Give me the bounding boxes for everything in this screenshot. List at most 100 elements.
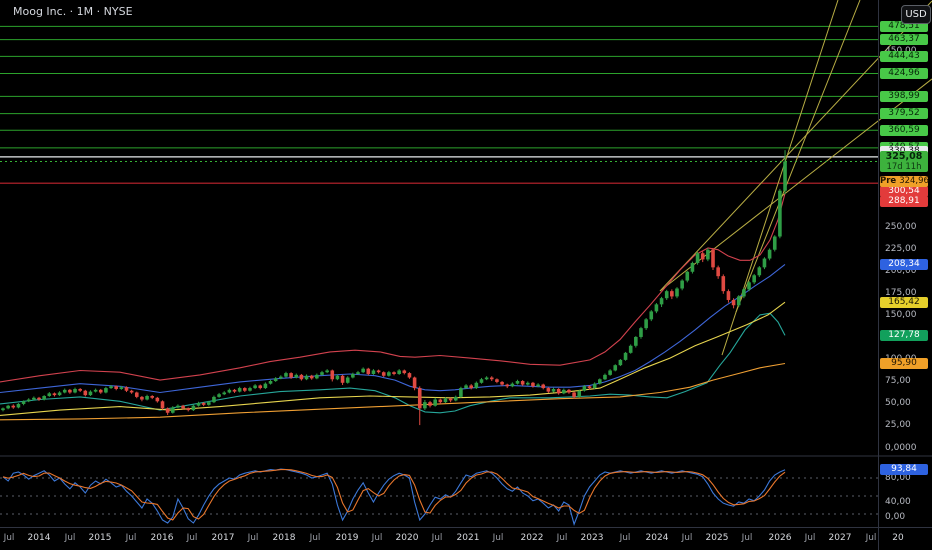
candle-body — [546, 388, 551, 392]
candle-body — [541, 384, 546, 389]
premarket-prefix: Pre — [880, 175, 897, 186]
candle-body — [124, 387, 129, 391]
candle-body — [500, 381, 504, 385]
candle-body — [608, 370, 612, 375]
time-label-month: Jul — [371, 533, 383, 543]
candle-body — [572, 392, 576, 397]
candle-body — [6, 405, 10, 409]
candle-body — [217, 394, 221, 397]
candle-body — [392, 372, 396, 374]
candle-body — [402, 370, 407, 374]
candle-body — [634, 336, 638, 346]
candle-body — [752, 275, 756, 283]
time-label-month: Jul — [64, 533, 76, 543]
price-level-label: 165,42 — [880, 296, 928, 308]
price-level-label: 300,54 — [880, 185, 928, 197]
candle-body — [47, 393, 52, 397]
stoch-k-line — [2, 468, 786, 526]
candle-body — [433, 399, 437, 406]
time-label-year: 2018 — [272, 533, 296, 543]
candle-body — [26, 399, 31, 402]
candle-body — [428, 402, 432, 406]
candle-body — [222, 392, 227, 395]
candle-body — [721, 276, 726, 292]
candle-body — [165, 408, 170, 413]
candle-body — [345, 377, 350, 383]
candle-body — [479, 379, 484, 383]
candle-body — [690, 262, 695, 272]
horizontal-price-lines[interactable] — [0, 25, 878, 184]
candle-body — [62, 389, 67, 393]
candle-body — [78, 388, 82, 391]
stoch-current-label: 93,84 — [880, 464, 928, 476]
candle-body — [335, 375, 340, 380]
candle-body — [253, 385, 257, 389]
candle-body — [778, 190, 782, 237]
candle-body — [772, 236, 777, 250]
time-axis[interactable]: Jul 2014 Jul 2015 Jul 2016 Jul 2017 Jul 2018 Jul 20… — [0, 528, 932, 550]
candle-body — [181, 405, 185, 409]
currency-usd-button[interactable]: USD — [901, 5, 931, 24]
candle-body — [32, 397, 36, 400]
candle-body — [309, 375, 314, 379]
candle-body — [592, 383, 597, 389]
candle-body — [675, 288, 679, 297]
candle-body — [248, 388, 252, 391]
pane-borders — [0, 0, 932, 550]
candle-body — [757, 267, 762, 276]
candle-body — [562, 389, 566, 394]
candle-body — [191, 405, 196, 411]
candle-body — [613, 365, 618, 371]
time-label-month: Jul — [186, 533, 198, 543]
price-axis[interactable]: 325,08 17d 11h Pre324,96 450,00250,00225… — [879, 0, 932, 528]
candle-body — [587, 386, 592, 389]
chart-window: Moog Inc. · 1M · NYSE USD 325,08 17d 11h… — [0, 0, 932, 550]
candle-body — [83, 390, 88, 396]
candle-body — [145, 396, 149, 400]
stoch-tick: 40,00 — [885, 496, 911, 507]
candle-body — [68, 389, 72, 393]
time-label-year: 2016 — [150, 533, 174, 543]
candle-body — [304, 375, 309, 380]
channel-right-trendline[interactable] — [735, 0, 861, 313]
candle-body — [237, 388, 242, 392]
candle-body — [134, 392, 139, 397]
stoch-tick: 0,00 — [885, 511, 906, 522]
last-price-label: 325,08 17d 11h — [880, 150, 928, 172]
candle-body — [361, 368, 365, 373]
candle-body — [680, 280, 684, 289]
candle-body — [510, 383, 515, 387]
candle-body — [644, 319, 648, 329]
candle-body — [263, 383, 268, 389]
time-label-month: Jul — [492, 533, 504, 543]
stoch-d-line — [2, 469, 786, 521]
price-level-label: 424,96 — [880, 68, 928, 80]
candle-body — [284, 373, 288, 377]
price-tick: 225,00 — [885, 244, 917, 255]
candle-body — [603, 374, 607, 380]
time-label-year: 2020 — [395, 533, 419, 543]
premarket-price-label: Pre 324,96 — [880, 175, 929, 187]
candle-body — [654, 304, 659, 312]
candle-body — [330, 370, 335, 380]
premarket-value: 324,96 — [899, 175, 929, 186]
candle-body — [104, 388, 108, 393]
time-label-year: 2022 — [520, 533, 544, 543]
candle-body — [664, 291, 669, 299]
time-label-year: 2026 — [768, 533, 792, 543]
bar-close-countdown: 17d 11h — [886, 161, 922, 172]
candle-body — [639, 328, 643, 337]
candle-body — [536, 384, 540, 387]
candle-body — [515, 381, 520, 384]
chart-canvas[interactable] — [0, 0, 932, 550]
candle-body — [551, 388, 556, 392]
moving-average-lines — [0, 193, 786, 421]
candle-body — [109, 386, 113, 389]
candle-body — [273, 378, 278, 382]
candle-body — [1, 408, 5, 411]
candle-body — [412, 377, 417, 389]
candle-body — [659, 298, 664, 305]
candlestick-series — [1, 150, 787, 426]
symbol-title[interactable]: Moog Inc. · 1M · NYSE — [13, 5, 133, 18]
candle-body — [170, 407, 175, 413]
